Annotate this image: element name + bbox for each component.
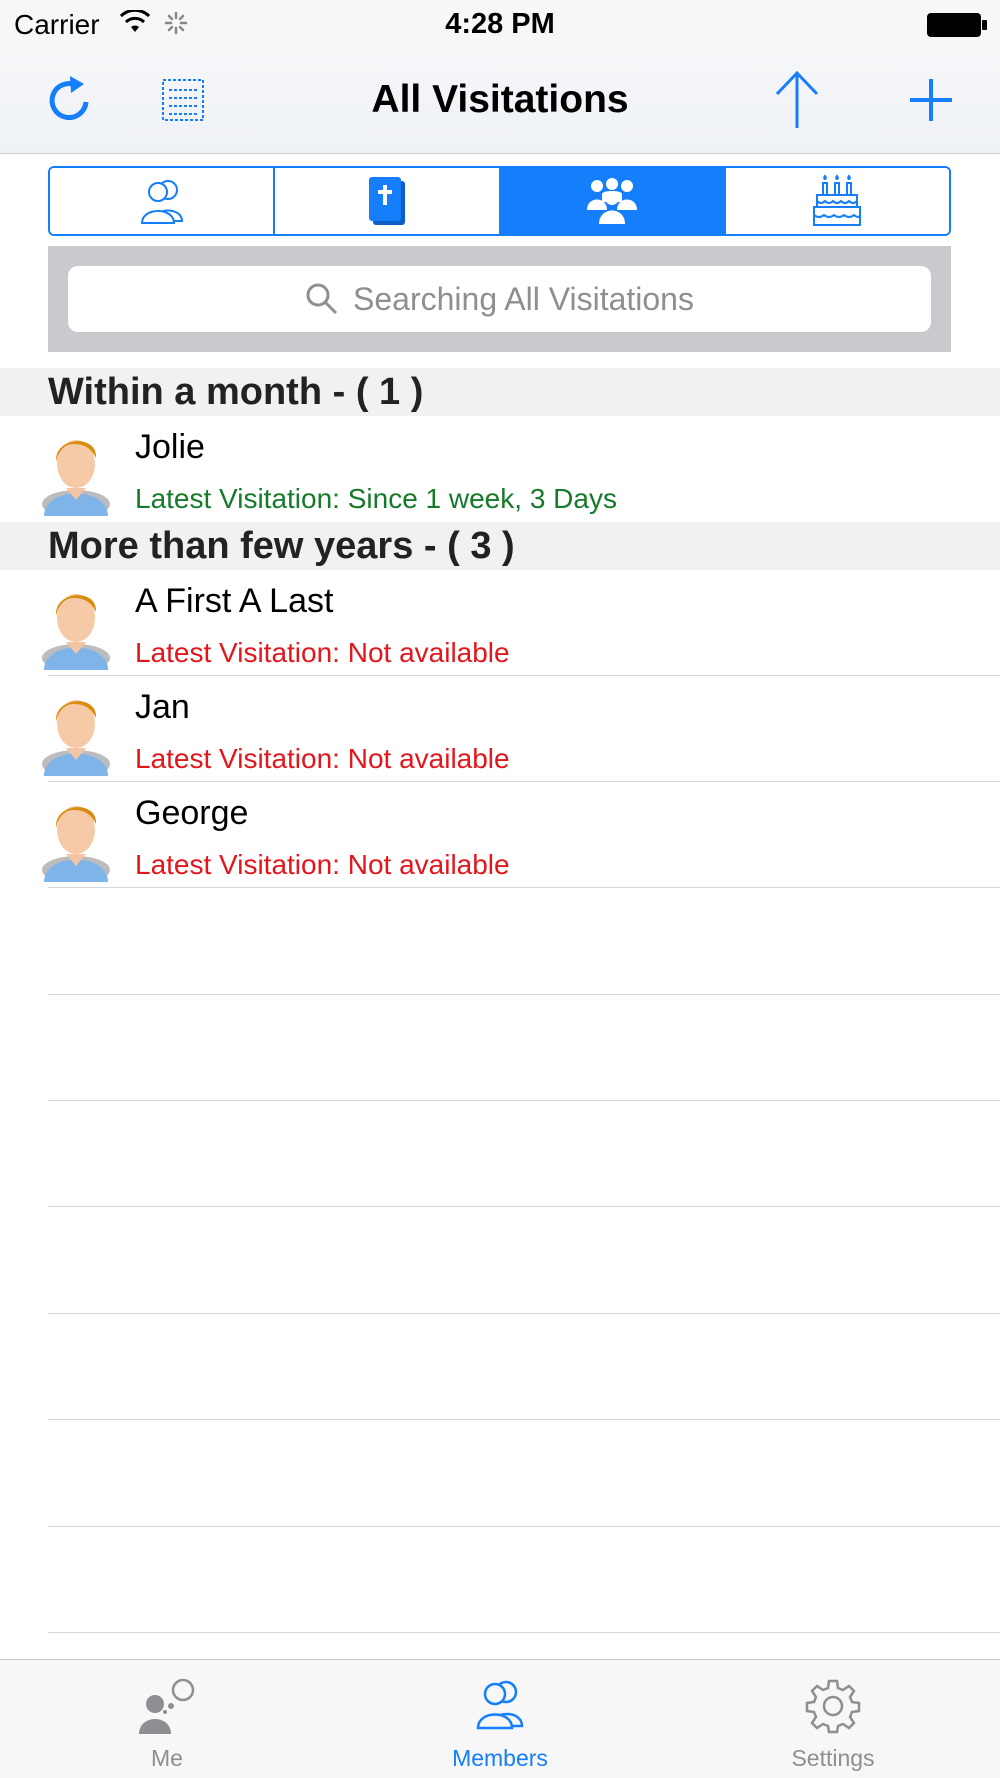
tab-settings-label: Settings: [791, 1745, 875, 1771]
navigation-bar: All Visitations: [0, 50, 1000, 154]
person-avatar-icon: [40, 688, 112, 781]
section-header-more-than-few-years: More than few years - ( 3 ): [0, 522, 1000, 570]
segment-bible[interactable]: [275, 168, 501, 234]
tab-members[interactable]: Members: [400, 1660, 600, 1778]
members-icon: [140, 180, 183, 224]
member-name: George: [135, 794, 249, 832]
arrow-up-icon: [775, 70, 819, 128]
row-separator: [48, 1419, 1000, 1420]
member-row[interactable]: A First A Last Latest Visitation: Not av…: [0, 570, 1000, 676]
tab-bar: Me Members Settings: [0, 1659, 1000, 1778]
search-placeholder: Searching All Visitations: [353, 280, 694, 317]
sort-up-button[interactable]: [762, 68, 832, 132]
gear-icon: [733, 1678, 933, 1734]
search-input[interactable]: Searching All Visitations: [68, 266, 931, 332]
group-visitations-icon: [587, 178, 638, 224]
tab-me-label: Me: [151, 1745, 183, 1771]
section-header-within-month: Within a month - ( 1 ): [0, 368, 1000, 416]
tab-me[interactable]: Me: [67, 1660, 267, 1778]
bible-icon: [368, 177, 405, 225]
add-button[interactable]: [896, 68, 966, 132]
plus-icon: [910, 79, 952, 121]
status-time: 4:28 PM: [445, 8, 555, 40]
latest-visitation-status: Latest Visitation: Not available: [135, 849, 510, 880]
segment-members[interactable]: [50, 168, 276, 234]
latest-visitation-status: Latest Visitation: Since 1 week, 3 Days: [135, 483, 617, 514]
row-separator: [48, 1100, 1000, 1101]
member-row[interactable]: Jolie Latest Visitation: Since 1 week, 3…: [0, 416, 1000, 522]
member-row[interactable]: George Latest Visitation: Not available: [0, 782, 1000, 888]
members-tab-icon: [400, 1678, 600, 1730]
segment-visitations[interactable]: [500, 168, 726, 234]
person-avatar-icon: [40, 582, 112, 675]
me-icon: [67, 1678, 267, 1734]
latest-visitation-status: Latest Visitation: Not available: [135, 637, 510, 668]
member-name: A First A Last: [135, 582, 334, 620]
person-avatar-icon: [40, 794, 112, 887]
member-name: Jan: [135, 688, 190, 726]
status-bar: Carrier 4:28 PM: [0, 0, 1000, 50]
latest-visitation-status: Latest Visitation: Not available: [135, 743, 510, 774]
filter-segmented-control: [48, 166, 951, 236]
row-separator: [48, 1632, 1000, 1633]
tab-settings[interactable]: Settings: [733, 1660, 933, 1778]
battery-icon: [926, 12, 988, 43]
search-icon: [306, 283, 338, 315]
member-name: Jolie: [135, 428, 205, 466]
tab-members-label: Members: [452, 1745, 548, 1771]
row-separator: [48, 1313, 1000, 1314]
birthday-cake-icon: [813, 174, 862, 226]
search-bar: Searching All Visitations: [48, 246, 951, 352]
page-title: All Visitations: [371, 78, 629, 121]
row-separator: [48, 887, 1000, 888]
member-row[interactable]: Jan Latest Visitation: Not available: [0, 676, 1000, 782]
row-separator: [48, 1526, 1000, 1527]
row-separator: [48, 1206, 1000, 1207]
row-separator: [48, 994, 1000, 995]
person-avatar-icon: [40, 428, 112, 521]
segment-birthdays[interactable]: [725, 168, 949, 234]
